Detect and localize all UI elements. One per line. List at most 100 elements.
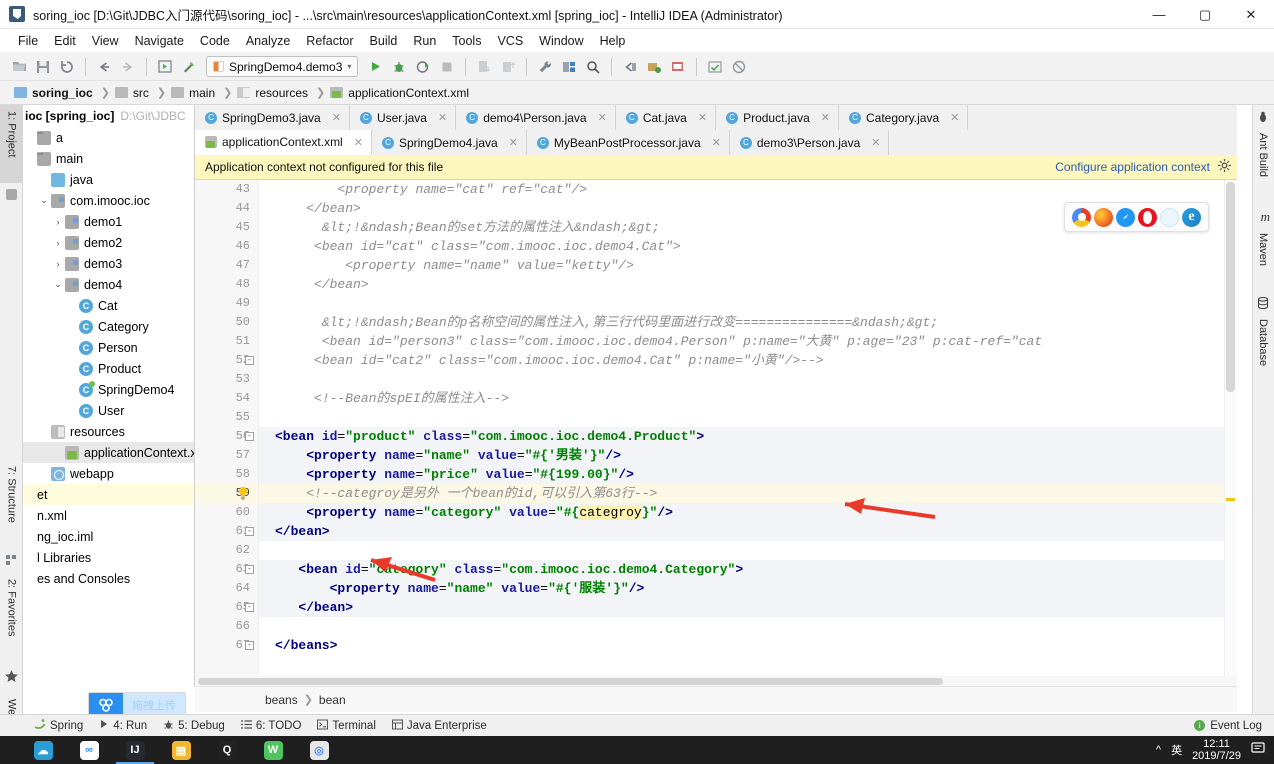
- close-icon[interactable]: ✕: [950, 111, 959, 124]
- warning-marker[interactable]: [1226, 498, 1235, 501]
- ime-indicator[interactable]: 英: [1171, 742, 1182, 758]
- taskbar-intellij-idea-icon[interactable]: IJ: [112, 736, 158, 764]
- menu-analyze[interactable]: Analyze: [238, 32, 298, 50]
- code-line[interactable]: [259, 370, 1237, 389]
- code-line[interactable]: <property name="name" value="#{'男装'}"/>: [259, 446, 1237, 465]
- bottom-tab-spring[interactable]: Spring: [34, 718, 83, 733]
- editor-tab-demo3-person-java[interactable]: Cdemo3\Person.java ✕: [729, 130, 890, 155]
- code-fold-toggle[interactable]: -: [245, 356, 254, 365]
- close-icon[interactable]: ✕: [712, 136, 721, 149]
- sidebar-item-database[interactable]: Database: [1252, 313, 1274, 385]
- tree-item-java[interactable]: java: [23, 169, 194, 190]
- menu-window[interactable]: Window: [531, 32, 591, 50]
- sidebar-item-structure[interactable]: 7: Structure: [0, 460, 23, 550]
- run-anything-icon[interactable]: [154, 56, 176, 78]
- error-stripe-scrollbar[interactable]: [1224, 180, 1237, 686]
- settings-wrench-icon[interactable]: [534, 56, 556, 78]
- tree-item-resources[interactable]: resources: [23, 421, 194, 442]
- configure-application-context-link[interactable]: Configure application context: [1055, 160, 1210, 174]
- close-icon[interactable]: ✕: [821, 111, 830, 124]
- sidebar-item-maven[interactable]: Maven: [1252, 227, 1274, 285]
- breadcrumb-item-resources[interactable]: resources: [233, 85, 315, 101]
- editor-breadcrumb-beans[interactable]: beans: [265, 693, 298, 707]
- new-ui-icon[interactable]: [667, 56, 689, 78]
- tree-item-a[interactable]: a: [23, 127, 194, 148]
- tree-item-cat[interactable]: C Cat: [23, 295, 194, 316]
- tree-item-n-xml[interactable]: n.xml: [23, 505, 194, 526]
- code-line[interactable]: <!--Bean的spEI的属性注入-->: [259, 389, 1237, 408]
- code-line[interactable]: - </beans>: [245, 636, 1237, 655]
- tree-item-applicationcontext-xml[interactable]: applicationContext.xml: [23, 442, 194, 463]
- validate-icon[interactable]: [704, 56, 726, 78]
- code-line[interactable]: - <bean id="category" class="com.imooc.i…: [245, 560, 1237, 579]
- back-to-editor-icon[interactable]: [619, 56, 641, 78]
- search-everywhere-icon[interactable]: [582, 56, 604, 78]
- menu-code[interactable]: Code: [192, 32, 238, 50]
- close-icon[interactable]: ✕: [598, 111, 607, 124]
- editor-tab-applicationcontext-xml[interactable]: applicationContext.xml ✕: [195, 130, 372, 155]
- taskbar-file-explorer-icon[interactable]: ▤: [158, 736, 204, 764]
- bottom-tab-debug[interactable]: 5: Debug: [163, 719, 225, 733]
- firefox-icon[interactable]: [1094, 207, 1113, 227]
- commit-icon[interactable]: [497, 56, 519, 78]
- run-button[interactable]: [364, 56, 386, 78]
- code-editor[interactable]: 4344454647484950515253545556575859606162…: [195, 180, 1237, 686]
- tree-item-person[interactable]: C Person: [23, 337, 194, 358]
- clock[interactable]: 12:11 2019/7/29: [1192, 738, 1241, 762]
- editor-tab-springdemo4-java[interactable]: C SpringDemo4.java ✕: [371, 130, 527, 155]
- code-fold-toggle[interactable]: -: [245, 432, 254, 441]
- code-content[interactable]: <property name="cat" ref="cat"/> </bean>…: [238, 180, 1237, 686]
- code-line[interactable]: <bean id="person3" class="com.imooc.ioc.…: [259, 332, 1237, 351]
- breadcrumb-item-file[interactable]: applicationContext.xml: [326, 85, 476, 101]
- close-icon[interactable]: ✕: [698, 111, 707, 124]
- opera-icon[interactable]: [1138, 207, 1157, 227]
- bottom-tab-run[interactable]: 4: Run: [99, 719, 147, 732]
- project-tool-window[interactable]: ioc [spring_ioc] D:\Git\JDBC a main java ⌄ c…: [23, 105, 195, 686]
- add-config-icon[interactable]: [643, 56, 665, 78]
- update-project-icon[interactable]: [473, 56, 495, 78]
- code-line[interactable]: <property name="cat" ref="cat"/>: [259, 180, 1237, 199]
- debug-button[interactable]: [388, 56, 410, 78]
- editor-tab-product-java[interactable]: C Product.java ✕: [716, 105, 839, 130]
- code-line[interactable]: <property name="category" value="#{categ…: [259, 503, 1237, 522]
- menu-edit[interactable]: Edit: [46, 32, 84, 50]
- code-line[interactable]: - </bean>: [245, 598, 1237, 617]
- light-browser-icon[interactable]: [1160, 207, 1179, 227]
- breadcrumb-item-main[interactable]: main: [167, 85, 222, 101]
- tree-item-springdemo4[interactable]: C SpringDemo4: [23, 379, 194, 400]
- sidebar-item-ant-build[interactable]: Ant Build: [1252, 127, 1274, 199]
- close-icon[interactable]: ✕: [354, 136, 363, 149]
- tree-item-l-libraries[interactable]: l Libraries: [23, 547, 194, 568]
- code-line[interactable]: <property name="name" value="#{'服装'}"/>: [259, 579, 1237, 598]
- close-button[interactable]: ✕: [1228, 0, 1274, 29]
- menu-refactor[interactable]: Refactor: [298, 32, 361, 50]
- sidebar-item-favorites[interactable]: 2: Favorites: [0, 573, 23, 665]
- code-line[interactable]: - <bean id="cat2" class="com.imooc.ioc.d…: [245, 351, 1237, 370]
- code-fold-toggle[interactable]: -: [245, 565, 254, 574]
- breadcrumb-item-module[interactable]: soring_ioc: [10, 85, 100, 101]
- tree-item-product[interactable]: C Product: [23, 358, 194, 379]
- tree-item-com-imooc-ioc[interactable]: ⌄ com.imooc.ioc: [23, 190, 194, 211]
- bottom-tab-terminal[interactable]: Terminal: [317, 719, 376, 733]
- code-fold-toggle[interactable]: -: [245, 527, 254, 536]
- run-with-coverage-button[interactable]: [412, 56, 434, 78]
- close-icon[interactable]: ✕: [438, 111, 447, 124]
- code-line[interactable]: [259, 408, 1237, 427]
- back-arrow-icon[interactable]: [93, 56, 115, 78]
- code-fold-toggle[interactable]: -: [245, 603, 254, 612]
- no-access-icon[interactable]: [728, 56, 750, 78]
- chevron-down-icon[interactable]: ⌄: [51, 279, 65, 290]
- code-fold-toggle[interactable]: -: [245, 641, 254, 650]
- edge-icon[interactable]: e: [1182, 207, 1201, 227]
- minimize-button[interactable]: —: [1136, 0, 1182, 29]
- menu-vcs[interactable]: VCS: [489, 32, 531, 50]
- code-line[interactable]: </bean>: [259, 275, 1237, 294]
- code-line[interactable]: - </bean>: [245, 522, 1237, 541]
- code-line[interactable]: <property name="name" value="ketty"/>: [259, 256, 1237, 275]
- tree-item-demo4[interactable]: ⌄ demo4: [23, 274, 194, 295]
- tree-item-category[interactable]: C Category: [23, 316, 194, 337]
- menu-view[interactable]: View: [84, 32, 127, 50]
- menu-help[interactable]: Help: [592, 32, 634, 50]
- menu-run[interactable]: Run: [405, 32, 444, 50]
- menu-tools[interactable]: Tools: [444, 32, 489, 50]
